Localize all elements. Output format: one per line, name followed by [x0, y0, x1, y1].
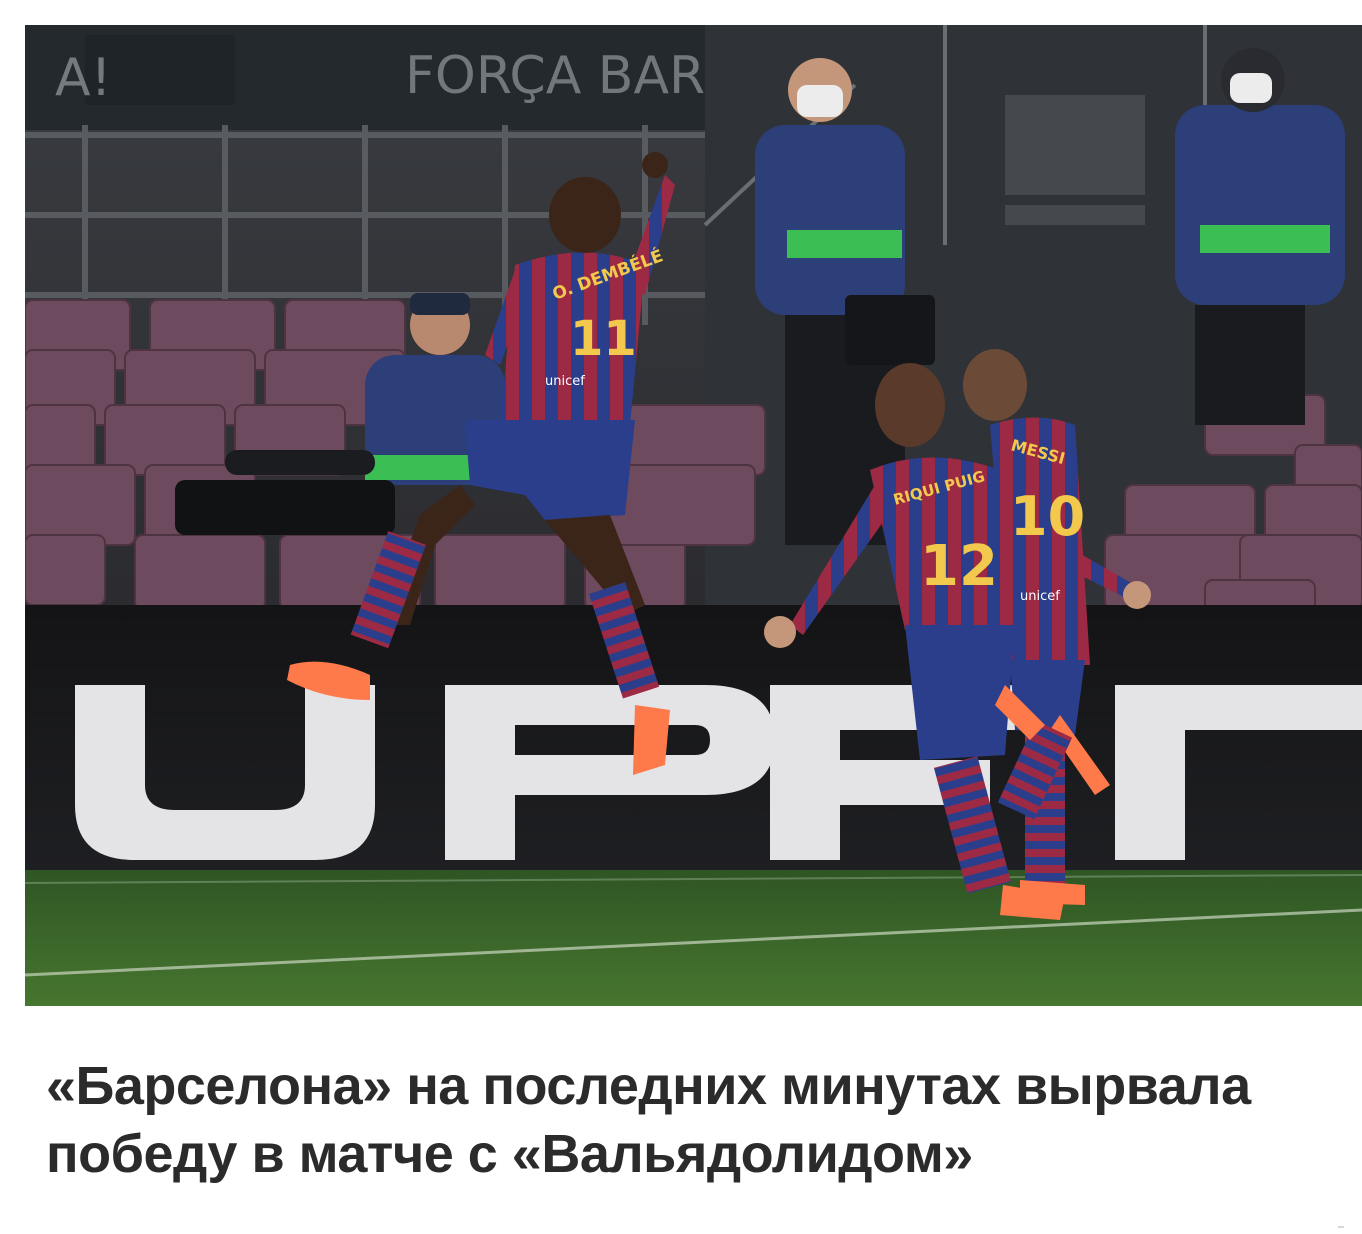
article-photo[interactable]: A! FORÇA BARÇA O. DEMBÉLÉ 11 unicef MESS…: [25, 25, 1362, 1006]
article-page: A! FORÇA BARÇA O. DEMBÉLÉ 11 unicef MESS…: [0, 0, 1362, 1234]
messi-sponsor: unicef: [1020, 589, 1060, 604]
messi-shirt-number: 10: [1010, 485, 1085, 548]
photo-scene: A! FORÇA BARÇA O. DEMBÉLÉ 11 unicef MESS…: [25, 25, 1362, 1006]
dembele-shirt-number: 11: [570, 311, 637, 367]
dembele-sponsor: unicef: [545, 374, 585, 389]
top-strip: [0, 0, 1362, 8]
riqui-shirt-number: 12: [920, 534, 998, 599]
article-headline[interactable]: «Барселона» на последних минутах вырвала…: [46, 1052, 1336, 1188]
corner-mark: [1338, 1226, 1344, 1228]
pitch: [25, 870, 1362, 1006]
svg-text:A!: A!: [55, 48, 111, 108]
